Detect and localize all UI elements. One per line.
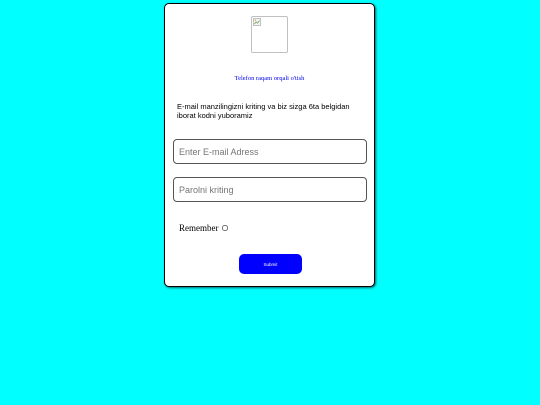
phone-login-link[interactable]: Telefon raqam orqali o'tish xyxy=(165,75,374,82)
remember-label: Remember xyxy=(179,223,219,233)
login-card: Telefon raqam orqali o'tish E-mail manzi… xyxy=(164,3,375,287)
email-input[interactable] xyxy=(173,139,367,164)
broken-image-icon xyxy=(253,18,261,26)
remember-row[interactable]: Remember xyxy=(179,223,228,233)
submit-button[interactable]: Submit xyxy=(239,254,302,274)
password-input[interactable] xyxy=(173,177,367,202)
remember-checkbox[interactable] xyxy=(221,225,228,231)
info-text: E-mail manzilingizni kriting va biz sizg… xyxy=(177,102,350,120)
logo-image xyxy=(251,16,288,53)
